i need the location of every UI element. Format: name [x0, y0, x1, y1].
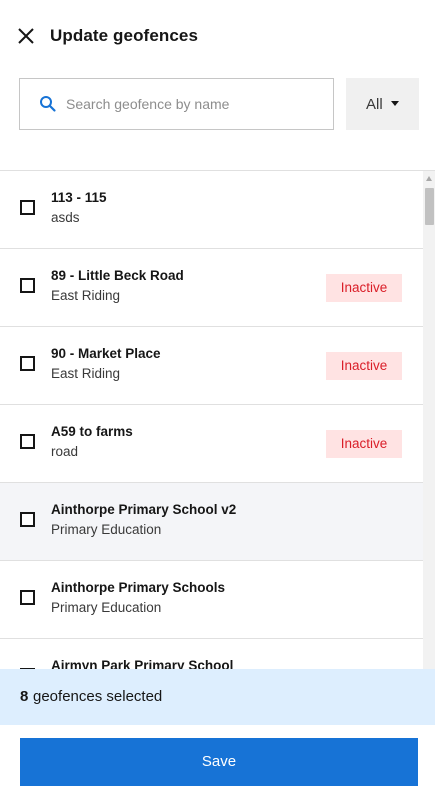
geofence-checkbox[interactable]: [20, 356, 35, 371]
geofence-name: Ainthorpe Primary School v2: [51, 502, 237, 517]
caret-down-icon: [391, 101, 399, 106]
geofence-list[interactable]: 113 - 115 asds 89 - Little Beck Road East R…: [0, 170, 435, 670]
status-badge: Inactive: [326, 430, 402, 458]
filter-selected-value: All: [366, 96, 383, 113]
status-filter-dropdown[interactable]: All: [346, 78, 419, 130]
geofence-checkbox[interactable]: [20, 590, 35, 605]
geofence-checkbox[interactable]: [20, 512, 35, 527]
status-badge: Inactive: [326, 352, 402, 380]
geofence-name: 90 - Market Place: [51, 346, 161, 361]
scroll-up-arrow-icon[interactable]: [426, 176, 432, 181]
panel-header: Update geofences: [0, 0, 435, 72]
geofence-category: Primary Education: [51, 522, 162, 537]
geofence-category: road: [51, 444, 79, 459]
geofence-category: East Riding: [51, 288, 121, 303]
selected-count: 8: [20, 688, 29, 705]
selection-summary: 8 geofences selected: [0, 669, 435, 725]
geofence-checkbox[interactable]: [20, 200, 35, 215]
geofence-row[interactable]: A59 to farms road Inactive: [0, 405, 423, 483]
status-badge: Inactive: [326, 274, 402, 302]
search-field[interactable]: [19, 78, 334, 130]
geofence-name: 89 - Little Beck Road: [51, 268, 184, 283]
geofence-category: Primary Education: [51, 600, 162, 615]
geofence-row[interactable]: 90 - Market Place East Riding Inactive: [0, 327, 423, 405]
selected-label: geofences selected: [33, 688, 163, 705]
geofence-row[interactable]: 89 - Little Beck Road East Riding Inactive: [0, 249, 423, 327]
geofence-row[interactable]: Airmyn Park Primary School: [0, 639, 423, 670]
geofence-name: 113 - 115: [51, 190, 107, 205]
geofence-row[interactable]: Ainthorpe Primary School v2 Primary Educa…: [0, 483, 423, 561]
page-title: Update geofences: [50, 26, 199, 45]
close-button[interactable]: [14, 24, 38, 48]
geofence-name: A59 to farms: [51, 424, 133, 439]
geofence-row[interactable]: 113 - 115 asds: [0, 171, 423, 249]
geofence-checkbox[interactable]: [20, 434, 35, 449]
search-input[interactable]: [66, 79, 321, 129]
geofence-category: asds: [51, 210, 80, 225]
scrollbar-thumb[interactable]: [425, 188, 434, 225]
geofence-row[interactable]: Ainthorpe Primary Schools Primary Educati…: [0, 561, 423, 639]
close-icon: [18, 28, 34, 44]
search-icon: [40, 96, 56, 112]
geofence-checkbox[interactable]: [20, 278, 35, 293]
geofence-name: Ainthorpe Primary Schools: [51, 580, 226, 595]
save-button[interactable]: Save: [20, 738, 418, 786]
geofence-category: East Riding: [51, 366, 121, 381]
scrollbar[interactable]: [423, 171, 435, 669]
